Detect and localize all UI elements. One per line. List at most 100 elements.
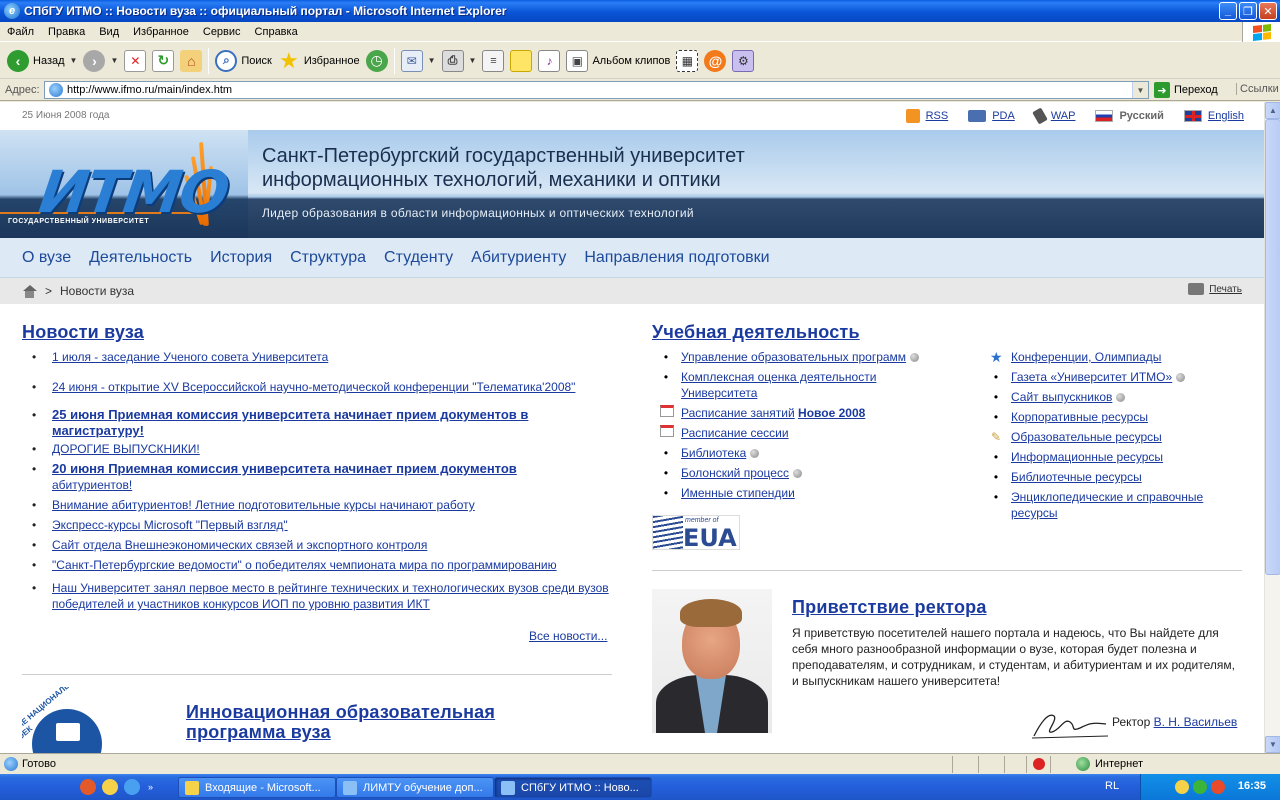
menu-help[interactable]: Справка [248, 26, 305, 38]
menu-view[interactable]: Вид [92, 26, 126, 38]
resource-link[interactable]: Энциклопедические и справочные ресурсы [1011, 490, 1203, 520]
ie-icon[interactable] [124, 779, 140, 795]
news-link[interactable]: Внимание абитуриентов! Летние подготовит… [52, 498, 475, 512]
network-icon[interactable] [1193, 780, 1207, 794]
address-input[interactable]: http://www.ifmo.ru/main/index.htm ▼ [44, 81, 1149, 99]
news-link[interactable]: 24 июня - открытие XV Всероссийской науч… [52, 380, 575, 394]
resource-link[interactable]: Газета «Университет ИТМО» [1011, 370, 1172, 384]
discuss-button[interactable] [507, 46, 535, 76]
menu-edit[interactable]: Правка [41, 26, 92, 38]
home-button[interactable]: ⌂ [177, 46, 205, 76]
history-icon: ◷ [365, 49, 388, 72]
refresh-button[interactable]: ↻ [149, 46, 177, 76]
news-link[interactable]: Наш Университет занял первое место в рей… [52, 581, 609, 611]
greeting-title[interactable]: Приветствие ректора [792, 597, 987, 618]
menu-favorites[interactable]: Избранное [126, 26, 196, 38]
messenger-tray-icon[interactable] [1175, 780, 1189, 794]
education-link[interactable]: Именные стипендии [681, 486, 795, 500]
print-link[interactable]: Печать [1188, 283, 1242, 295]
nav-structure[interactable]: Структура [290, 249, 366, 267]
news-link[interactable]: 20 июня Приемная комиссия университета н… [52, 461, 517, 476]
education-link[interactable]: Библиотека [681, 446, 746, 460]
messenger-icon[interactable] [102, 779, 118, 795]
taskbar-item-inbox[interactable]: Входящие - Microsoft... [178, 777, 336, 798]
menu-file[interactable]: Файл [0, 26, 41, 38]
news-link[interactable]: 1 июля - заседание Ученого совета Универ… [52, 350, 328, 364]
news-link[interactable]: Сайт отдела Внешнеэкономических связей и… [52, 538, 427, 552]
minimize-button[interactable]: _ [1219, 2, 1237, 20]
menu-tools[interactable]: Сервис [196, 26, 248, 38]
news-link[interactable]: ДОРОГИЕ ВЫПУСКНИКИ! [52, 442, 200, 456]
vertical-scrollbar[interactable]: ▲ ▼ [1264, 102, 1280, 753]
resource-link[interactable]: Образовательные ресурсы [1011, 430, 1162, 444]
clips-button[interactable]: ▣ Альбом клипов [563, 46, 673, 76]
rss-link[interactable]: RSS [905, 109, 948, 123]
taskbar-item-itmo[interactable]: СПбГУ ИТМО :: Ново... [494, 777, 652, 798]
resource-link[interactable]: Сайт выпускников [1011, 390, 1112, 404]
at-button[interactable]: @ [701, 46, 729, 76]
education-link[interactable]: Расписание занятий [681, 406, 795, 420]
stop-button[interactable]: ✕ [121, 46, 149, 76]
resource-link[interactable]: Конференции, Олимпиады [1011, 350, 1161, 364]
pda-link[interactable]: PDA [968, 110, 1015, 122]
maximize-button[interactable]: ❐ [1239, 2, 1257, 20]
mail-button[interactable]: ✉ ▼ [398, 46, 439, 76]
english-link[interactable]: English [1183, 110, 1244, 122]
back-button[interactable]: ‹ Назад ▼ [4, 46, 80, 76]
home-icon[interactable] [22, 284, 37, 298]
nav-about[interactable]: О вузе [22, 249, 71, 267]
education-link[interactable]: Комплексная оценка деятельности Универси… [681, 370, 876, 400]
links-button[interactable]: Ссылки [1236, 83, 1279, 95]
nav-history[interactable]: История [210, 249, 272, 267]
nav-student[interactable]: Студенту [384, 249, 453, 267]
messenger-button[interactable]: ♪ [535, 46, 563, 76]
education-link[interactable]: Управление образовательных программ [681, 350, 906, 364]
education-link[interactable]: Болонский процесс [681, 466, 789, 480]
antivirus-icon[interactable] [1211, 780, 1225, 794]
national-projects-logo[interactable]: ЕТНЫЕ НАЦИОНАЛЬНЫЕ ПРОЕК [22, 687, 126, 753]
resource-link[interactable]: Корпоративные ресурсы [1011, 410, 1148, 424]
eua-badge[interactable]: member of EUA [652, 515, 740, 550]
close-button[interactable]: ✕ [1259, 2, 1277, 20]
print-button[interactable]: ⎙ ▼ [439, 46, 480, 76]
nav-applicant[interactable]: Абитуриенту [471, 249, 566, 267]
taskbar: » Входящие - Microsoft... ЛИМТУ обучение… [0, 774, 1280, 800]
education-link[interactable]: Расписание сессии [681, 426, 789, 440]
university-title: Санкт-Петербургский государственный унив… [262, 145, 745, 191]
scroll-down-icon[interactable]: ▼ [1265, 736, 1280, 753]
itmo-logo[interactable]: ИТМО ГОСУДАРСТВЕННЫЙ УНИВЕРСИТЕТ [0, 130, 248, 238]
rector-name-link[interactable]: В. Н. Васильев [1154, 715, 1238, 729]
messenger-icon: ♪ [538, 49, 561, 72]
wap-link[interactable]: WAP [1031, 107, 1075, 125]
search-button[interactable]: ⌕ Поиск [212, 46, 274, 76]
news-link[interactable]: абитуриентов! [52, 478, 132, 492]
taskbar-item-limtu[interactable]: ЛИМТУ обучение доп... [336, 777, 494, 798]
nav-activity[interactable]: Деятельность [89, 249, 192, 267]
resource-link[interactable]: Библиотечные ресурсы [1011, 470, 1142, 484]
news-link[interactable]: Экспресс-курсы Microsoft "Первый взгляд" [52, 518, 288, 532]
tool-button[interactable]: ⚙ [729, 46, 757, 76]
news-link[interactable]: "Санкт-Петербургские ведомости" о победи… [52, 558, 557, 572]
forward-button[interactable]: › ▼ [80, 46, 121, 76]
security-zone: Интернет [1076, 757, 1143, 771]
resource-link[interactable]: Информационные ресурсы [1011, 450, 1163, 464]
address-dropdown-icon[interactable]: ▼ [1132, 82, 1148, 98]
nav-programs[interactable]: Направления подготовки [584, 249, 769, 267]
all-news-link[interactable]: Все новости... [529, 629, 607, 643]
language-indicator[interactable]: RL [1105, 780, 1119, 792]
scroll-thumb[interactable] [1265, 119, 1280, 575]
go-button[interactable]: ➜ Переход [1154, 82, 1218, 98]
screenshot-button[interactable]: ▦ [673, 46, 701, 76]
favorites-button[interactable]: ★ Избранное [275, 46, 363, 76]
more-icon[interactable]: » [148, 782, 153, 792]
russian-link[interactable]: Русский [1095, 110, 1164, 122]
history-button[interactable]: ◷ [363, 46, 391, 76]
education-title[interactable]: Учебная деятельность [652, 322, 860, 343]
edit-button[interactable]: ≡ [479, 46, 507, 76]
window-titlebar[interactable]: e СПбГУ ИТМО :: Новости вуза :: официаль… [0, 0, 1280, 22]
news-title[interactable]: Новости вуза [22, 322, 144, 343]
opera-icon[interactable] [80, 779, 96, 795]
scroll-up-icon[interactable]: ▲ [1265, 102, 1280, 119]
innovation-title[interactable]: Инновационная образовательная программа … [186, 702, 495, 742]
news-link[interactable]: 25 июня Приемная комиссия университета н… [52, 407, 528, 438]
